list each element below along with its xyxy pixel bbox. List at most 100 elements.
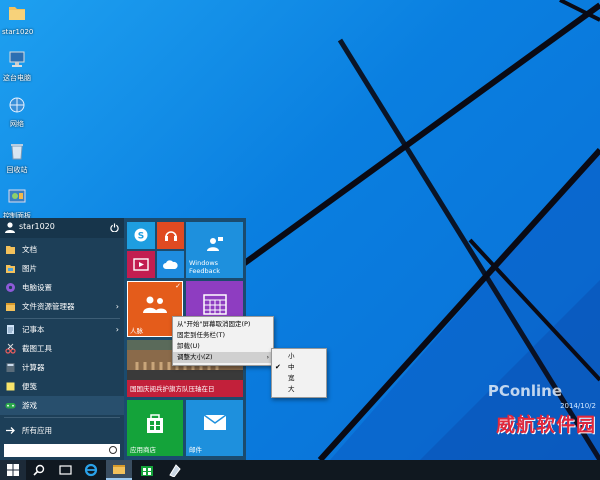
size-option-small[interactable]: 小 [272, 351, 326, 362]
power-icon[interactable] [110, 223, 119, 232]
resize-submenu: 小 ✔ 中 宽 大 [271, 348, 327, 398]
search-icon [109, 446, 117, 454]
desktop-icon-control-panel[interactable]: 控制面板 [2, 188, 32, 220]
context-item-resize[interactable]: 调整大小(Z) › [173, 352, 273, 363]
task-view-icon [58, 465, 72, 475]
tile-store[interactable]: 应用商店 [127, 400, 183, 456]
context-item-uninstall[interactable]: 卸载(U) [173, 341, 273, 352]
submenu-arrow-icon: › [115, 302, 119, 311]
size-option-medium[interactable]: ✔ 中 [272, 362, 326, 373]
watermark-brand: PConline [487, 382, 562, 400]
calculator-icon [6, 363, 15, 372]
tile-onedrive[interactable] [157, 251, 184, 278]
tile-skype[interactable]: S [127, 222, 155, 249]
watermark: PConline 2014/10/2 威航软件园 [480, 380, 600, 440]
tile-label: 国国庆阅兵护旗方队压轴在日 [130, 385, 215, 393]
taskbar-search-button[interactable] [26, 460, 52, 480]
context-item-pin-to-taskbar[interactable]: 固定到任务栏(T) [173, 330, 273, 341]
menu-item-snipping-tool[interactable]: 截图工具 [0, 339, 124, 358]
tile-mail[interactable]: 邮件 [186, 400, 243, 456]
internet-explorer-icon [84, 463, 98, 477]
taskbar-pinned-app-button[interactable] [162, 460, 188, 480]
start-button[interactable] [0, 460, 26, 480]
documents-icon [6, 246, 15, 254]
tile-label: 邮件 [189, 446, 202, 454]
recycle-bin-icon [11, 144, 23, 160]
file-explorer-icon [6, 303, 15, 311]
tile-label: 应用商店 [130, 446, 156, 454]
desktop-icon-network[interactable]: 网络 [2, 96, 32, 128]
menu-item-label: 计算器 [22, 363, 45, 372]
games-icon [5, 403, 16, 409]
menu-separator [4, 417, 120, 418]
user-folder-icon [9, 7, 25, 20]
menu-separator [4, 318, 120, 319]
menu-item-label: 所有应用 [22, 426, 52, 435]
size-option-wide[interactable]: 宽 [272, 373, 326, 384]
store-bag-icon [147, 414, 163, 433]
menu-item-documents[interactable]: 文档 [0, 240, 124, 259]
windows-logo-icon [7, 464, 19, 476]
user-account-row[interactable]: star1020 [0, 218, 124, 238]
taskbar [0, 460, 600, 480]
context-item-label: 调整大小(Z) [177, 353, 213, 361]
size-option-label: 中 [288, 363, 295, 371]
menu-item-games[interactable]: 游戏 [0, 396, 124, 415]
size-option-label: 大 [288, 385, 295, 393]
tile-label: Windows Feedback [189, 259, 220, 275]
tile-context-menu: 从"开始"屏幕取消固定(P) 固定到任务栏(T) 卸载(U) 调整大小(Z) › [172, 316, 274, 366]
desktop-icon-recycle-bin[interactable]: 回收站 [2, 142, 32, 174]
submenu-arrow-icon: › [115, 325, 119, 334]
watermark-site: 威航软件园 [495, 414, 596, 436]
size-option-label: 小 [288, 352, 295, 360]
computer-icon [9, 51, 25, 67]
network-icon [9, 97, 25, 113]
start-menu-left-column: star1020 文档 图片 电脑设置 文件资源管理器 › 记事本 › 截图工具… [0, 218, 124, 460]
taskbar-file-explorer-button[interactable] [106, 460, 132, 480]
pictures-icon [6, 265, 15, 273]
control-panel-icon [8, 189, 26, 203]
taskbar-ie-button[interactable] [78, 460, 104, 480]
desktop-icon-this-pc[interactable]: 这台电脑 [2, 50, 32, 82]
video-icon [133, 258, 149, 271]
calendar-icon [203, 294, 227, 315]
desktop-icon-label: 这台电脑 [3, 74, 31, 82]
store-bag-icon [141, 466, 153, 476]
menu-item-pictures[interactable]: 图片 [0, 259, 124, 278]
task-view-button[interactable] [52, 460, 78, 480]
submenu-arrow-icon: › [266, 354, 269, 361]
tile-windows-feedback[interactable]: Windows Feedback [186, 222, 243, 278]
menu-item-notepad[interactable]: 记事本 › [0, 320, 124, 339]
size-option-label: 宽 [288, 374, 295, 382]
tile-video[interactable] [127, 251, 155, 278]
search-input[interactable] [4, 444, 120, 457]
menu-item-label: 文档 [22, 245, 37, 254]
feedback-icon [207, 237, 223, 251]
mail-icon [203, 414, 227, 430]
snipping-tool-icon [5, 343, 16, 354]
app-icon [169, 464, 181, 477]
menu-item-pc-settings[interactable]: 电脑设置 [0, 278, 124, 297]
menu-item-file-explorer[interactable]: 文件资源管理器 › [0, 297, 124, 316]
cloud-icon [163, 260, 178, 269]
tile-selected-check-icon: ✓ [175, 282, 181, 290]
size-option-large[interactable]: 大 [272, 384, 326, 395]
context-item-unpin-from-start[interactable]: 从"开始"屏幕取消固定(P) [173, 319, 273, 330]
menu-item-sticky-notes[interactable]: 便笺 [0, 377, 124, 396]
tile-label: 人脉 [130, 327, 143, 335]
menu-item-all-apps[interactable]: 所有应用 [0, 421, 124, 440]
headphones-icon [165, 231, 177, 241]
notepad-icon [7, 325, 14, 334]
tile-music[interactable] [157, 222, 184, 249]
sticky-notes-icon [6, 382, 15, 391]
menu-item-calculator[interactable]: 计算器 [0, 358, 124, 377]
desktop-icon-user-folder[interactable]: star1020 [2, 4, 33, 36]
menu-item-label: 电脑设置 [22, 283, 52, 292]
watermark-date: 2014/10/2 [560, 402, 596, 410]
menu-item-label: 图片 [22, 264, 37, 273]
check-mark-icon: ✔ [275, 363, 281, 371]
people-icon [143, 296, 167, 313]
arrow-right-icon [6, 427, 15, 434]
menu-item-label: 记事本 [22, 325, 45, 334]
taskbar-store-button[interactable] [134, 460, 160, 480]
